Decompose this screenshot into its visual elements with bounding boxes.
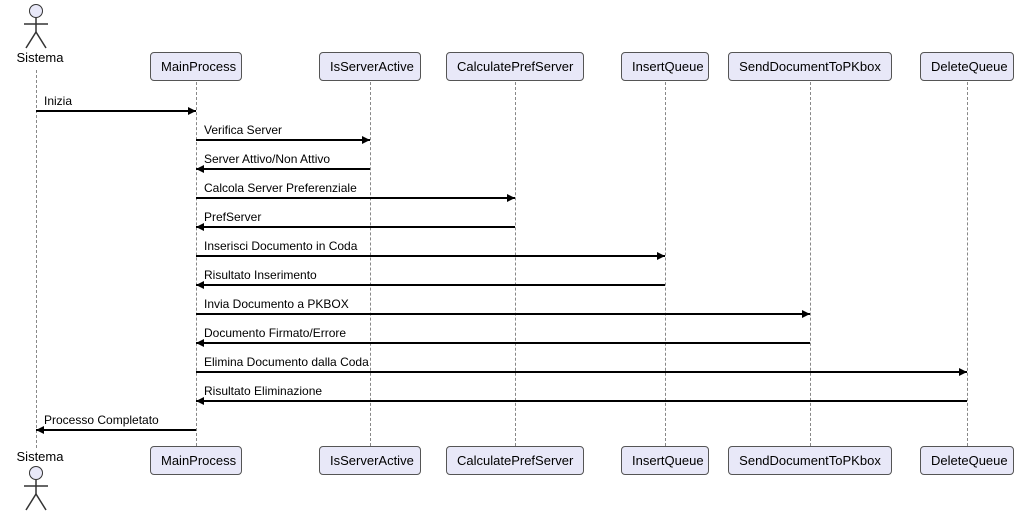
arrow-right-icon [507, 194, 515, 202]
message-line [196, 342, 810, 344]
actor-label-bottom: Sistema [10, 449, 70, 464]
message-label: Calcola Server Preferenziale [204, 181, 357, 195]
arrow-left-icon [36, 426, 44, 434]
participant-insertq-bottom: InsertQueue [621, 446, 709, 475]
lifeline-deleteq [967, 82, 968, 446]
message-line [196, 313, 810, 315]
participant-insertq-top: InsertQueue [621, 52, 709, 81]
message-label: Risultato Inserimento [204, 268, 317, 282]
arrow-right-icon [188, 107, 196, 115]
message-arrow: Processo Completato [36, 415, 196, 433]
participant-calcpref-top: CalculatePrefServer [446, 52, 584, 81]
message-line [196, 255, 665, 257]
message-arrow: Server Attivo/Non Attivo [196, 154, 370, 172]
participant-main-top: MainProcess [150, 52, 242, 81]
message-label: Documento Firmato/Errore [204, 326, 346, 340]
message-arrow: Risultato Eliminazione [196, 386, 967, 404]
participant-deleteq-bottom: DeleteQueue [920, 446, 1014, 475]
message-line [36, 429, 196, 431]
participant-calcpref-bottom: CalculatePrefServer [446, 446, 584, 475]
message-arrow: Calcola Server Preferenziale [196, 183, 515, 201]
message-arrow: Inizia [36, 96, 196, 114]
message-label: Inizia [44, 94, 72, 108]
message-line [196, 371, 967, 373]
message-label: Elimina Documento dalla Coda [204, 355, 369, 369]
arrow-left-icon [196, 339, 204, 347]
message-arrow: Inserisci Documento in Coda [196, 241, 665, 259]
message-label: Inserisci Documento in Coda [204, 239, 357, 253]
arrow-right-icon [802, 310, 810, 318]
message-line [196, 400, 967, 402]
message-label: PrefServer [204, 210, 261, 224]
message-line [196, 168, 370, 170]
actor-stick-bottom [20, 480, 52, 514]
message-label: Verifica Server [204, 123, 282, 137]
arrow-left-icon [196, 281, 204, 289]
participant-main-bottom: MainProcess [150, 446, 242, 475]
arrow-left-icon [196, 397, 204, 405]
message-line [36, 110, 196, 112]
arrow-right-icon [657, 252, 665, 260]
participant-deleteq-top: DeleteQueue [920, 52, 1014, 81]
message-arrow: Invia Documento a PKBOX [196, 299, 810, 317]
arrow-right-icon [362, 136, 370, 144]
message-arrow: Documento Firmato/Errore [196, 328, 810, 346]
actor-stick-top [20, 18, 52, 52]
participant-isactive-bottom: IsServerActive [319, 446, 421, 475]
arrow-left-icon [196, 223, 204, 231]
lifeline-actor [36, 70, 37, 448]
message-label: Server Attivo/Non Attivo [204, 152, 330, 166]
participant-sendpk-top: SendDocumentToPKbox [728, 52, 892, 81]
message-label: Risultato Eliminazione [204, 384, 322, 398]
arrow-left-icon [196, 165, 204, 173]
actor-label-top: Sistema [10, 50, 70, 65]
participant-sendpk-bottom: SendDocumentToPKbox [728, 446, 892, 475]
message-line [196, 139, 370, 141]
message-label: Processo Completato [44, 413, 159, 427]
message-label: Invia Documento a PKBOX [204, 297, 349, 311]
participant-isactive-top: IsServerActive [319, 52, 421, 81]
message-line [196, 284, 665, 286]
actor-head-top [29, 4, 43, 18]
message-arrow: PrefServer [196, 212, 515, 230]
message-line [196, 226, 515, 228]
message-arrow: Elimina Documento dalla Coda [196, 357, 967, 375]
arrow-right-icon [959, 368, 967, 376]
message-arrow: Risultato Inserimento [196, 270, 665, 288]
message-arrow: Verifica Server [196, 125, 370, 143]
message-line [196, 197, 515, 199]
actor-head-bottom [29, 466, 43, 480]
